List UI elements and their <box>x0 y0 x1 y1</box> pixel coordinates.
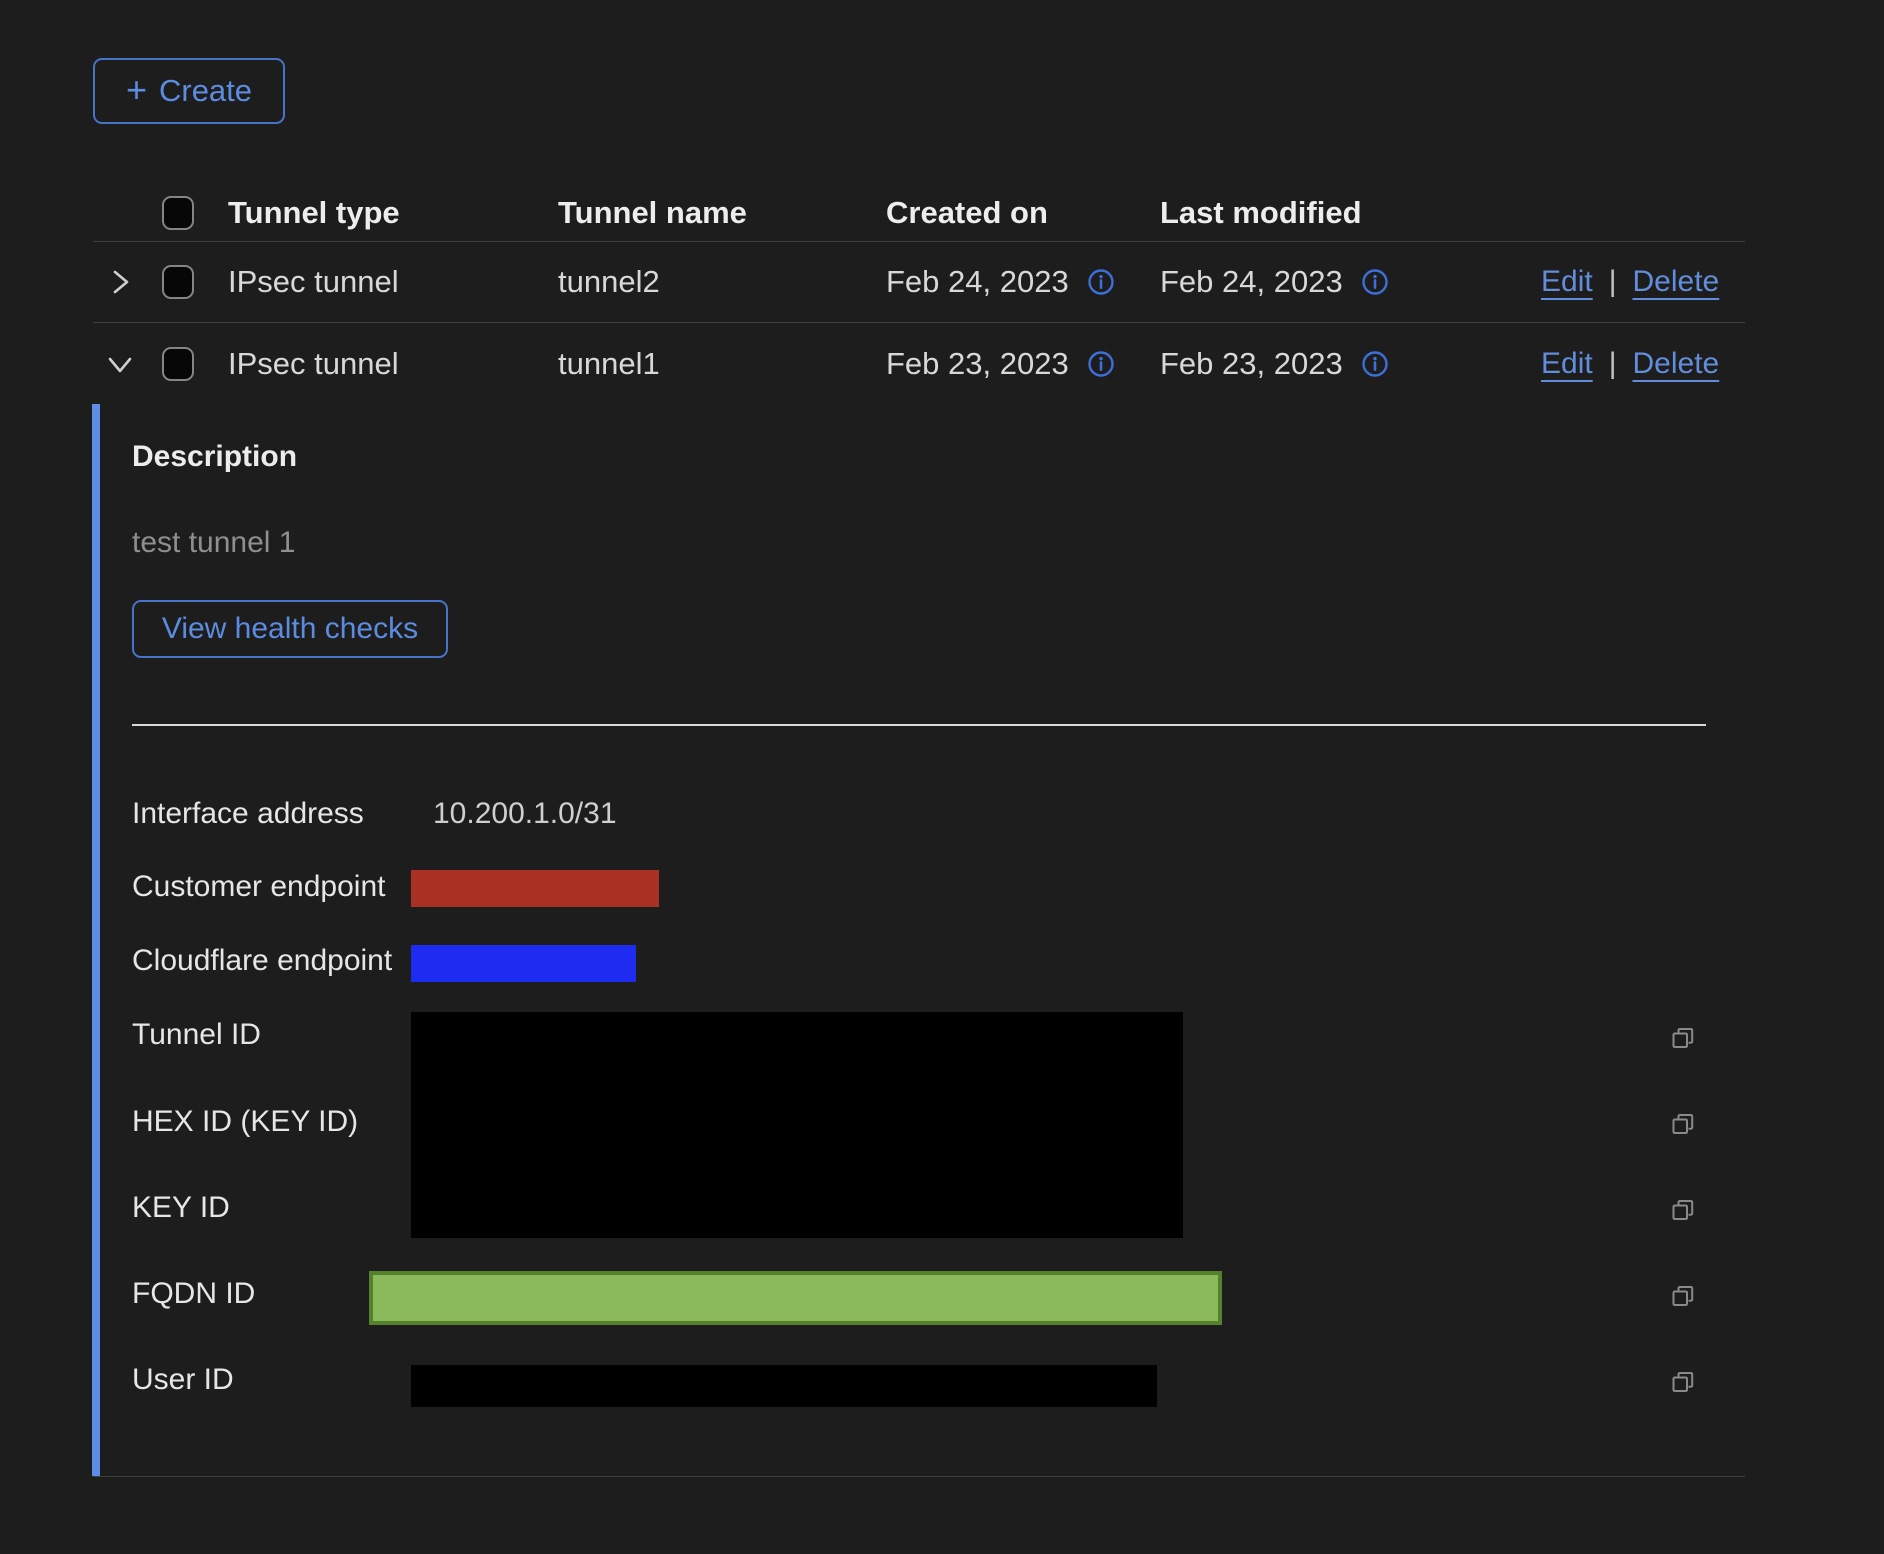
row-checkbox[interactable] <box>162 265 194 299</box>
tunnel-name-cell: tunnel1 <box>558 346 886 382</box>
row-checkbox[interactable] <box>162 347 194 381</box>
tunnel-name-cell: tunnel2 <box>558 264 886 300</box>
action-separator: | <box>1609 347 1617 381</box>
create-button[interactable]: + Create <box>93 58 285 124</box>
view-health-checks-button[interactable]: View health checks <box>132 600 448 658</box>
fqdn-id-redacted-value <box>369 1271 1222 1325</box>
ids-redacted-value <box>411 1012 1183 1238</box>
edit-link[interactable]: Edit <box>1541 265 1593 299</box>
interface-address-value: 10.200.1.0/31 <box>433 797 617 831</box>
select-all-checkbox[interactable] <box>162 196 194 230</box>
cloudflare-endpoint-label: Cloudflare endpoint <box>132 944 392 978</box>
panel-divider <box>132 724 1706 726</box>
description-label: Description <box>132 440 297 474</box>
copy-icon[interactable] <box>1668 1368 1698 1398</box>
description-value: test tunnel 1 <box>132 526 295 560</box>
table-row: IPsec tunnel tunnel1 Feb 23, 2023 Feb 23… <box>93 323 1745 404</box>
hex-id-label: HEX ID (KEY ID) <box>132 1105 358 1139</box>
edit-link[interactable]: Edit <box>1541 347 1593 381</box>
create-button-label: Create <box>159 73 252 109</box>
copy-icon[interactable] <box>1668 1196 1698 1226</box>
copy-icon[interactable] <box>1668 1110 1698 1140</box>
delete-link[interactable]: Delete <box>1633 347 1720 381</box>
created-on-cell: Feb 24, 2023 <box>886 264 1069 300</box>
created-on-cell: Feb 23, 2023 <box>886 346 1069 382</box>
table-header-row: Tunnel type Tunnel name Created on Last … <box>93 184 1745 242</box>
customer-endpoint-redacted-value <box>411 870 659 907</box>
tunnels-table: Tunnel type Tunnel name Created on Last … <box>93 184 1745 1477</box>
tunnel-type-cell: IPsec tunnel <box>228 264 558 300</box>
chevron-down-icon[interactable] <box>103 347 137 381</box>
plus-icon: + <box>126 72 147 108</box>
fqdn-id-label: FQDN ID <box>132 1277 255 1311</box>
delete-link[interactable]: Delete <box>1633 265 1720 299</box>
info-icon[interactable] <box>1087 350 1115 378</box>
key-id-label: KEY ID <box>132 1191 230 1225</box>
expanded-row-indicator-bar <box>92 404 100 1476</box>
table-row: IPsec tunnel tunnel2 Feb 24, 2023 Feb 24… <box>93 242 1745 323</box>
cloudflare-endpoint-redacted-value <box>411 945 636 982</box>
action-separator: | <box>1609 265 1617 299</box>
user-id-label: User ID <box>132 1363 234 1397</box>
last-modified-cell: Feb 23, 2023 <box>1160 346 1343 382</box>
interface-address-label: Interface address <box>132 797 364 831</box>
column-header-tunnel-type: Tunnel type <box>228 195 558 231</box>
column-header-last-modified: Last modified <box>1160 195 1541 231</box>
copy-icon[interactable] <box>1668 1282 1698 1312</box>
tunnel-type-cell: IPsec tunnel <box>228 346 558 382</box>
tunnel-id-label: Tunnel ID <box>132 1018 261 1052</box>
customer-endpoint-label: Customer endpoint <box>132 870 385 904</box>
copy-icon[interactable] <box>1668 1024 1698 1054</box>
info-icon[interactable] <box>1361 268 1389 296</box>
user-id-redacted-value <box>411 1365 1157 1407</box>
column-header-created-on: Created on <box>886 195 1160 231</box>
expanded-tunnel-panel: Description test tunnel 1 View health ch… <box>93 404 1745 1477</box>
info-icon[interactable] <box>1087 268 1115 296</box>
last-modified-cell: Feb 24, 2023 <box>1160 264 1343 300</box>
info-icon[interactable] <box>1361 350 1389 378</box>
chevron-right-icon[interactable] <box>103 265 137 299</box>
tunnels-page: + Create Tunnel type Tunnel name Created… <box>0 0 1884 1554</box>
column-header-tunnel-name: Tunnel name <box>558 195 886 231</box>
